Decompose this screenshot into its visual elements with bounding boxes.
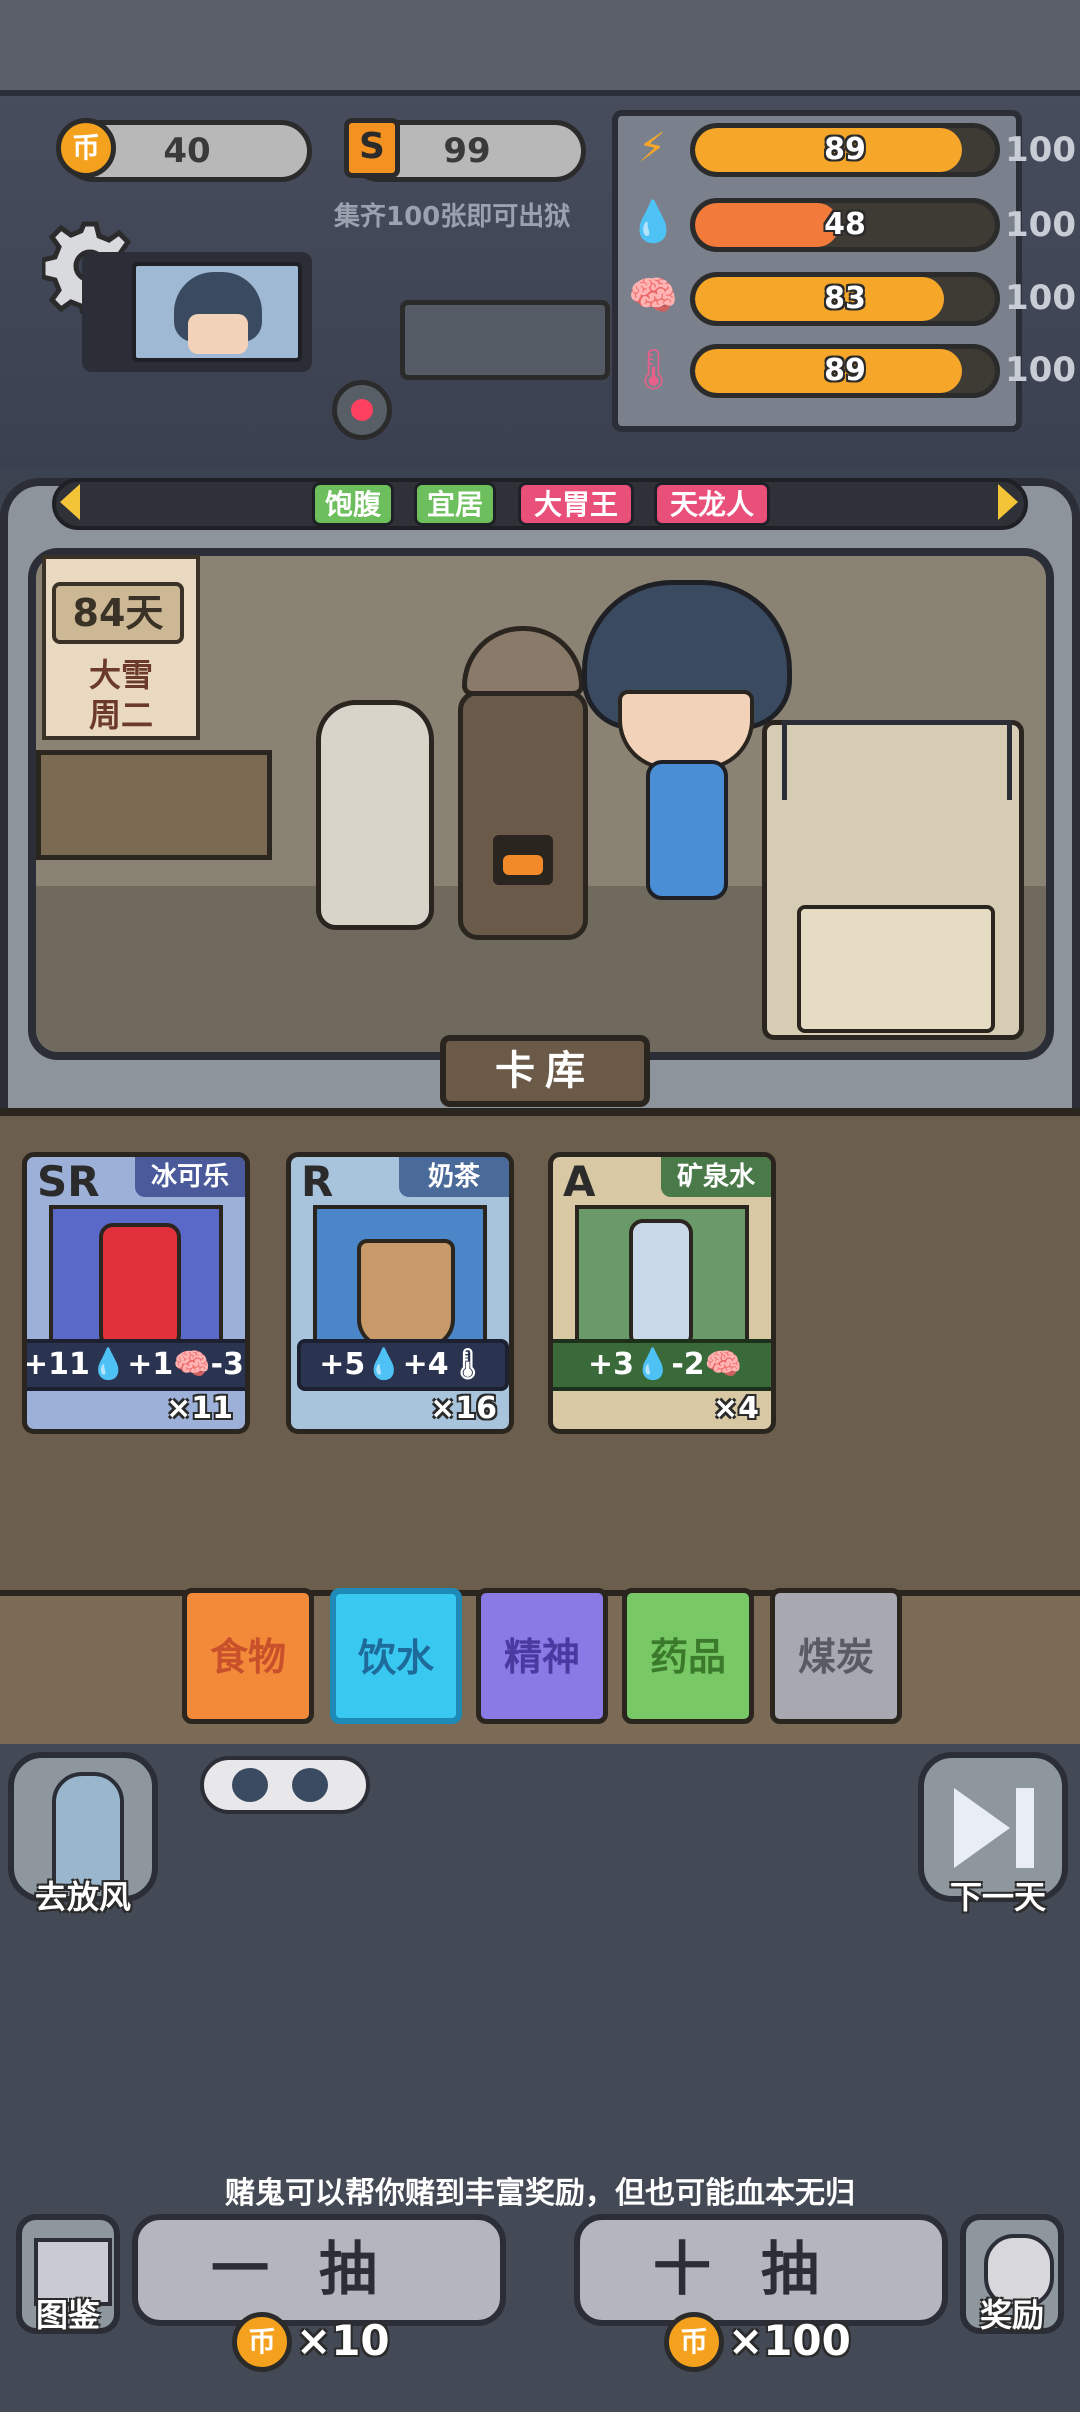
wooden-table — [36, 750, 272, 860]
coin-icon: 币 — [232, 2312, 292, 2372]
card-count: ×4 — [712, 1391, 759, 1426]
thought-bubble — [200, 1756, 370, 1814]
go-out-label: 去放风 — [34, 1878, 131, 1916]
camera-icon — [332, 380, 392, 440]
card-milk-tea[interactable]: R 奶茶 +5💧+4🌡 ×16 — [286, 1152, 514, 1434]
prisoner-face — [618, 690, 754, 770]
prisoner-portrait — [132, 262, 302, 362]
card-mineral-water[interactable]: A 矿泉水 +3💧-2🧠 ×4 — [548, 1152, 776, 1434]
category-food[interactable]: 食物 — [182, 1588, 314, 1724]
tag-next-arrow-icon[interactable] — [998, 484, 1018, 520]
draw-ten-cost: ×100 — [728, 2316, 851, 2365]
temperature-value: 89 — [824, 353, 866, 388]
day-count: 84天 — [52, 582, 184, 644]
tag-full[interactable]: 饱腹 — [312, 482, 394, 526]
temperature-max: 100 — [1005, 350, 1076, 390]
coin-icon: 币 — [664, 2312, 724, 2372]
s-card-icon: S — [344, 118, 400, 178]
card-effect: +11💧+1🧠-3🌡 — [27, 1339, 245, 1391]
category-medicine[interactable]: 药品 — [622, 1588, 754, 1724]
mind-max: 100 — [1005, 278, 1076, 318]
cola-can-icon — [49, 1205, 223, 1349]
next-day-label: 下一天 — [949, 1878, 1046, 1916]
card-count: ×11 — [166, 1391, 233, 1426]
card-rarity: A — [563, 1157, 596, 1206]
tag-big-eater[interactable]: 大胃王 — [518, 482, 634, 526]
mind-bar: 83 — [690, 272, 1000, 326]
prisoner-body — [646, 760, 728, 900]
thermometer-icon: 🌡 — [628, 347, 679, 393]
card-name: 奶茶 — [399, 1157, 509, 1197]
card-library-label[interactable]: 卡库 — [440, 1035, 650, 1107]
card-ice-cola[interactable]: SR 冰可乐 +11💧+1🧠-3🌡 ×11 — [22, 1152, 250, 1434]
tag-livable[interactable]: 宜居 — [414, 482, 496, 526]
energy-bar: 89 — [690, 123, 1000, 177]
weekday: 周二 — [88, 696, 153, 734]
card-name: 矿泉水 — [661, 1157, 771, 1197]
category-water[interactable]: 饮水 — [330, 1588, 462, 1724]
tag-celestial[interactable]: 天龙人 — [654, 482, 770, 526]
milk-tea-cup-icon — [313, 1205, 487, 1349]
draw-one-cost: ×10 — [296, 2316, 390, 2365]
draw-ten-button[interactable]: 十抽 — [574, 2214, 948, 2326]
energy-max: 100 — [1005, 130, 1076, 170]
card-rarity: R — [301, 1157, 334, 1206]
draw-one-button[interactable]: 一抽 — [132, 2214, 506, 2326]
water-drop-icon: 💧 — [628, 199, 678, 245]
bed-frame — [782, 720, 1012, 800]
coin-icon: 币 — [56, 118, 116, 178]
tag-prev-arrow-icon[interactable] — [60, 484, 80, 520]
gambler-tip: 赌鬼可以帮你赌到丰富奖励，但也可能血本无归 — [225, 2176, 855, 2211]
card-count: ×16 — [430, 1391, 497, 1426]
card-rarity: SR — [37, 1157, 100, 1206]
water-max: 100 — [1005, 205, 1076, 245]
skip-icon — [954, 1788, 1010, 1868]
category-mind[interactable]: 精神 — [476, 1588, 608, 1724]
category-coal[interactable]: 煤炭 — [770, 1588, 902, 1724]
lightning-icon: ⚡ — [637, 125, 667, 171]
escape-hint: 集齐100张即可出狱 — [334, 202, 571, 232]
energy-value: 89 — [824, 132, 866, 167]
machinery — [400, 300, 610, 380]
card-effect: +3💧-2🧠 — [553, 1339, 771, 1391]
water-bar: 48 — [690, 198, 1000, 252]
water-bottle-icon — [575, 1205, 749, 1349]
card-effect: +5💧+4🌡 — [297, 1339, 509, 1391]
toilet — [316, 700, 434, 930]
water-value: 48 — [824, 207, 866, 242]
card-name: 冰可乐 — [135, 1157, 245, 1197]
handbook-label: 图鉴 — [35, 2296, 100, 2334]
temperature-bar: 89 — [690, 344, 1000, 398]
coal-stove — [458, 690, 588, 940]
reward-label: 奖励 — [979, 2296, 1044, 2334]
ceiling — [0, 0, 1080, 96]
brain-icon: 🧠 — [628, 273, 678, 319]
mind-value: 83 — [824, 281, 866, 316]
